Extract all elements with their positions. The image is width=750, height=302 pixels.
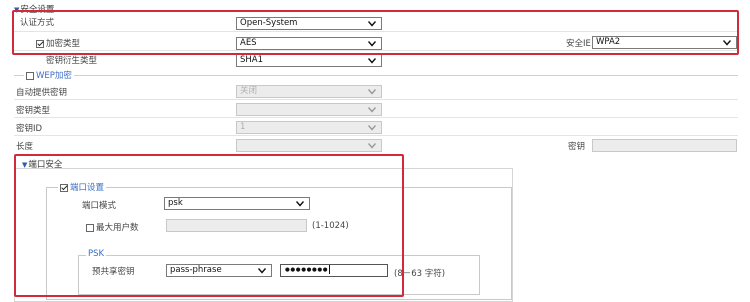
port-settings-legend[interactable]: 端口设置: [58, 181, 107, 193]
security-settings-title: 安全设置: [20, 5, 55, 15]
encrypt-type-label: 加密类型: [46, 39, 81, 49]
key-gen-type-value: SHA1: [240, 55, 264, 65]
collapse-triangle-icon: ▼: [14, 6, 20, 14]
psk-password-input[interactable]: ●●●●●●●●: [280, 264, 388, 277]
wep-legend-label: WEP加密: [36, 71, 72, 81]
security-ie-select[interactable]: WPA2: [592, 36, 737, 49]
psk-label: 预共享密钥: [92, 267, 135, 277]
row-divider: [14, 135, 738, 136]
key-type-label: 密钥类型: [16, 106, 51, 116]
chevron-down-icon: [368, 125, 376, 131]
auto-key-select[interactable]: 关闭: [236, 85, 382, 98]
row-divider: [14, 50, 738, 51]
psk-password-mask: ●●●●●●●●: [285, 267, 329, 273]
port-settings-checkbox[interactable]: [60, 183, 68, 192]
max-users-option[interactable]: 最大用户数: [86, 221, 139, 233]
max-users-checkbox[interactable]: [86, 223, 94, 232]
wep-legend[interactable]: WEP加密: [24, 69, 74, 81]
key-type-select[interactable]: [236, 103, 382, 116]
length-select[interactable]: [236, 139, 382, 152]
psk-range: (8－63 字符): [394, 269, 446, 279]
psk-type-select[interactable]: pass-phrase: [166, 264, 272, 277]
chevron-down-icon: [368, 107, 376, 113]
chevron-down-icon: [258, 268, 266, 274]
auth-method-value: Open-System: [240, 18, 298, 28]
auth-method-select[interactable]: Open-System: [236, 17, 382, 30]
encrypt-type-value: AES: [240, 38, 257, 48]
auth-method-label: 认证方式: [20, 18, 55, 28]
chevron-down-icon: [368, 143, 376, 149]
port-mode-select[interactable]: psk: [164, 197, 310, 210]
chevron-down-icon: [723, 40, 731, 46]
text-cursor: [329, 265, 331, 274]
key-id-value: 1: [240, 122, 246, 132]
chevron-down-icon: [368, 58, 376, 64]
port-mode-value: psk: [168, 198, 183, 208]
row-divider: [14, 31, 738, 32]
port-settings-legend-label: 端口设置: [70, 183, 105, 193]
wep-checkbox[interactable]: [26, 71, 34, 80]
encrypt-type-checkbox[interactable]: [36, 39, 44, 48]
chevron-down-icon: [368, 89, 376, 95]
auto-key-label: 自动提供密钥: [16, 88, 68, 98]
security-ie-value: WPA2: [596, 37, 621, 47]
chevron-down-icon: [368, 41, 376, 47]
key-gen-type-select[interactable]: SHA1: [236, 54, 382, 67]
chevron-down-icon: [368, 21, 376, 27]
key-id-label: 密钥ID: [16, 124, 43, 134]
security-ie-label: 安全IE: [566, 39, 591, 49]
key-gen-type-label: 密钥衍生类型: [46, 56, 98, 66]
max-users-input[interactable]: [166, 219, 307, 232]
row-divider: [14, 117, 738, 118]
max-users-label: 最大用户数: [96, 223, 139, 233]
wep-key-label: 密钥: [568, 142, 586, 152]
psk-type-value: pass-phrase: [170, 265, 222, 275]
wep-key-input[interactable]: [592, 139, 737, 152]
encrypt-type-option[interactable]: 加密类型: [36, 37, 80, 49]
row-divider: [14, 99, 738, 100]
chevron-down-icon: [296, 201, 304, 207]
length-label: 长度: [16, 142, 34, 152]
key-id-select[interactable]: 1: [236, 121, 382, 134]
auto-key-value: 关闭: [240, 86, 258, 96]
psk-legend: PSK: [86, 249, 107, 259]
port-mode-label: 端口模式: [82, 201, 117, 211]
security-settings-header[interactable]: ▼安全设置: [14, 3, 54, 15]
max-users-range: (1-1024): [312, 221, 349, 231]
encrypt-type-select[interactable]: AES: [236, 37, 382, 50]
